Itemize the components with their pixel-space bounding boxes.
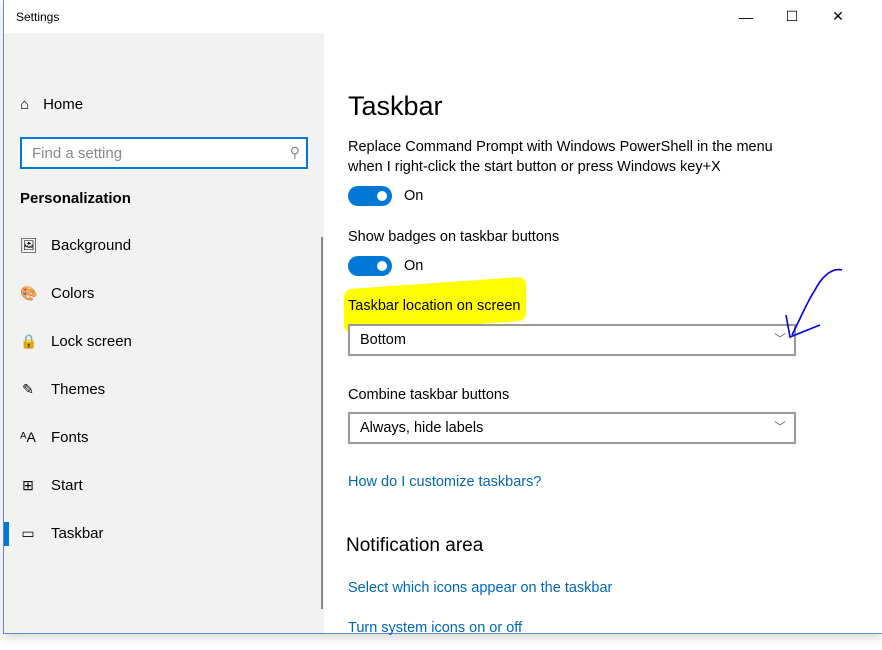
select-icons-link[interactable]: Select which icons appear on the taskbar [348, 580, 612, 596]
system-icons-link[interactable]: Turn system icons on or off [348, 620, 522, 636]
sidebar-item-label: Background [51, 236, 132, 254]
sidebar-item-start[interactable]: ⊞ Start [4, 461, 324, 509]
home-label: Home [43, 96, 84, 113]
sidebar: ⌂ Home ⚲ Personalization 🖼 Background 🎨 Col… [4, 33, 324, 633]
home-link[interactable]: ⌂ Home [20, 96, 83, 113]
sidebar-item-taskbar[interactable]: ▭ Taskbar [4, 509, 324, 557]
badges-label: Show badges on taskbar buttons [348, 229, 560, 245]
sidebar-item-lock-screen[interactable]: 🔒 Lock screen [4, 317, 324, 365]
settings-window: Settings — ☐ ✕ ⌂ Home ⚲ Personalization … [3, 0, 882, 636]
palette-icon: 🎨 [20, 284, 38, 301]
sidebar-item-label: Taskbar [51, 524, 104, 542]
page-title: Taskbar [348, 91, 443, 121]
section-heading: Personalization [20, 190, 131, 207]
start-icon: ⊞ [22, 476, 34, 493]
image-icon: 🖼 [20, 236, 38, 253]
title-bar: Settings — ☐ ✕ [4, 0, 882, 33]
dropdown-value: Bottom [360, 332, 406, 348]
sidebar-item-themes[interactable]: ✎ Themes [4, 365, 324, 413]
badges-toggle[interactable]: On [348, 256, 423, 276]
location-label: Taskbar location on screen [348, 298, 521, 314]
powershell-label: Replace Command Prompt with Windows Powe… [348, 139, 773, 175]
sidebar-item-fonts[interactable]: ᴬA Fonts [4, 413, 324, 461]
toggle-state: On [404, 258, 424, 274]
toggle-state: On [404, 188, 424, 204]
sidebar-item-colors[interactable]: 🎨 Colors [4, 269, 324, 317]
search-box[interactable]: ⚲ [20, 137, 308, 169]
toggle-switch[interactable] [348, 186, 392, 206]
search-icon: ⚲ [289, 144, 300, 160]
combine-label: Combine taskbar buttons [348, 387, 510, 403]
fonts-icon: ᴬA [20, 429, 36, 445]
sidebar-item-label: Lock screen [51, 332, 132, 350]
toggle-switch[interactable] [348, 256, 392, 276]
minimize-button[interactable]: — [723, 0, 769, 33]
search-input[interactable] [22, 139, 272, 167]
hand-drawn-arrow [785, 268, 843, 339]
window-title: Settings [16, 10, 60, 24]
chevron-down-icon: ﹀ [773, 420, 786, 434]
taskbar-icon: ▭ [21, 524, 35, 541]
help-link[interactable]: How do I customize taskbars? [348, 474, 541, 490]
sidebar-item-label: Colors [51, 284, 95, 302]
combine-dropdown[interactable]: Always, hide labels ﹀ [348, 412, 796, 444]
sidebar-item-label: Start [51, 476, 83, 494]
themes-icon: ✎ [22, 380, 34, 397]
sidebar-item-label: Fonts [51, 428, 89, 446]
lock-screen-icon: 🔒 [20, 332, 38, 349]
sidebar-item-background[interactable]: 🖼 Background [4, 221, 324, 269]
scrollbar[interactable] [321, 237, 323, 609]
maximize-button[interactable]: ☐ [769, 0, 815, 33]
notification-heading: Notification area [346, 535, 484, 556]
sidebar-item-label: Themes [51, 380, 106, 398]
nav-list: 🖼 Background 🎨 Colors 🔒 Lock screen ✎ Themes ᴬA F… [4, 221, 324, 557]
close-button[interactable]: ✕ [815, 0, 861, 33]
dropdown-value: Always, hide labels [360, 420, 484, 436]
powershell-toggle[interactable]: On [348, 186, 423, 206]
location-dropdown[interactable]: Bottom ﹀ [348, 324, 796, 356]
home-icon: ⌂ [20, 96, 30, 113]
